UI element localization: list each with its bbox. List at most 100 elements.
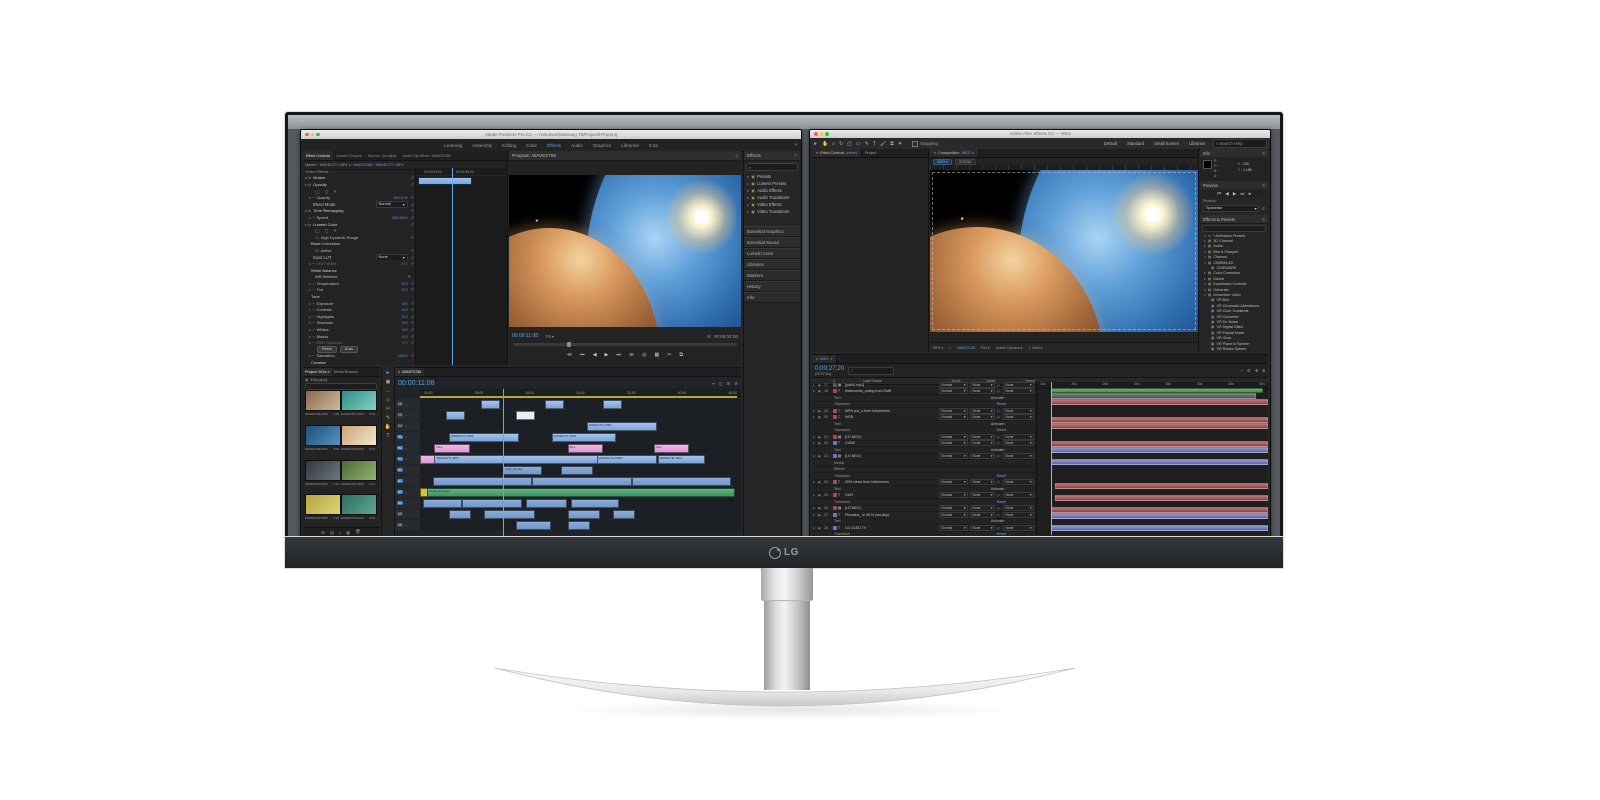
- panel-menu-icon[interactable]: ≡: [1263, 183, 1265, 188]
- timeline-clip[interactable]: [480, 399, 501, 409]
- track-header-a3[interactable]: A3 ●: [395, 487, 421, 497]
- twirl-icon[interactable]: ▸: [1204, 255, 1206, 259]
- subrow-label[interactable]: Text: [812, 487, 991, 491]
- layer-duration-bar[interactable]: [1050, 506, 1268, 513]
- effect-row-basic-correction[interactable]: Basic Correction: [303, 241, 415, 248]
- stopwatch-icon[interactable]: ◔: [312, 307, 314, 312]
- param-value[interactable]: 0.0: [402, 334, 408, 339]
- track-matte[interactable]: None ▾: [970, 453, 995, 460]
- comp-footer-item-0[interactable]: 50% ▾: [933, 346, 943, 350]
- layer-duration-bar[interactable]: [1050, 524, 1268, 531]
- layer-name[interactable]: LG OLED TV: [845, 526, 939, 530]
- parent-link[interactable]: None ▾: [1003, 382, 1034, 388]
- animate-toggle[interactable]: Animate :: [991, 519, 1006, 523]
- panel-header-lumetri-color[interactable]: Lumetri Color: [744, 248, 800, 259]
- effect-row-blend-mode[interactable]: Blend Mode Normal ▾ ↺: [303, 200, 415, 208]
- timeline-clip[interactable]: [445, 410, 465, 420]
- timeline-playhead[interactable]: [503, 389, 505, 536]
- twirl-icon[interactable]: ▸: [1204, 234, 1206, 238]
- reset-param-icon[interactable]: ↺: [411, 235, 414, 240]
- comp-footer-item-3[interactable]: Full ▾: [981, 346, 990, 350]
- premiere-tool-2[interactable]: ↔: [386, 388, 391, 394]
- track-header-v3[interactable]: V3 ●: [395, 432, 421, 442]
- effect-row-speed[interactable]: ▸ ◔ Speed 100.00% ↺: [303, 214, 415, 221]
- effect-row-tint[interactable]: ▸ ◔ Tint 0.0 ↺: [303, 287, 415, 294]
- effect-row-white-balance[interactable]: White Balance: [303, 267, 415, 274]
- tab-composition[interactable]: × Composition: WE3 ≡: [930, 149, 979, 157]
- effect-row-motion[interactable]: ▸ fx Motion ↺: [303, 175, 415, 182]
- effects-folder-video-transitions[interactable]: ▸ ▣ Video Transitions: [744, 208, 800, 215]
- ec-tab[interactable]: Audio Clip Mixer: WAVES768: [399, 151, 453, 160]
- preview-transport-button[interactable]: ⏭: [1240, 191, 1244, 196]
- parent-link[interactable]: None ▾: [1003, 388, 1034, 395]
- layer-color-chip[interactable]: [833, 454, 837, 459]
- dropdown-input-lut[interactable]: None ▾: [375, 253, 408, 261]
- twirl-icon[interactable]: ▸: [747, 188, 749, 193]
- twirl-icon[interactable]: ▸: [1204, 250, 1206, 254]
- project-footer-icon[interactable]: ⊞: [321, 530, 325, 535]
- timeline-icon[interactable]: ❖: [1255, 368, 1259, 373]
- timeline-clip[interactable]: [423, 498, 462, 508]
- track-matte[interactable]: None ▾: [970, 407, 995, 414]
- layer-color-chip[interactable]: [833, 493, 837, 498]
- mask-tool-icons[interactable]: ◯ ▢ ✎: [315, 228, 339, 233]
- effect-row-highlights[interactable]: ▸ ◔ Highlights 0.0 ↺: [303, 313, 415, 320]
- zoom-button[interactable]: [825, 132, 829, 136]
- track-lock-icon[interactable]: ●: [405, 436, 407, 439]
- bin-name[interactable]: 910s.prproj: [310, 378, 327, 382]
- ae-tool-7[interactable]: T: [873, 141, 876, 147]
- timeline-clip[interactable]: WAVES77L2.MP4: [596, 454, 658, 464]
- twirl-icon[interactable]: ▸: [309, 215, 311, 220]
- scrubber-handle[interactable]: [566, 342, 571, 347]
- panel-header-info[interactable]: Info: [744, 292, 800, 303]
- twirl-icon[interactable]: ▸: [1204, 282, 1206, 286]
- layer-color-chip[interactable]: [833, 434, 837, 439]
- work-area-bar[interactable]: [420, 396, 737, 398]
- timeline-clip[interactable]: amb_01.wav: [503, 465, 542, 475]
- checkbox-icon[interactable]: ☑: [315, 248, 319, 253]
- effect-row-high-dynamic-range[interactable]: ☐ High Dynamic Range ↺: [303, 234, 415, 241]
- subrow-label[interactable]: Transform: [812, 428, 997, 432]
- timeline-clip[interactable]: [532, 476, 632, 486]
- project-footer-icon[interactable]: ▦: [346, 530, 350, 535]
- transport-button[interactable]: ⏭: [616, 352, 621, 358]
- ae-tool-0[interactable]: ►: [813, 141, 818, 147]
- premiere-tool-3[interactable]: ◇: [386, 397, 390, 403]
- param-value[interactable]: 0.0: [402, 287, 408, 292]
- panel-header-essential-sound[interactable]: Essential Sound: [744, 237, 800, 248]
- panel-menu-icon[interactable]: ≡: [795, 153, 797, 158]
- track-target-badge[interactable]: V5: [396, 412, 404, 418]
- parent-link[interactable]: None ▾: [1003, 505, 1034, 512]
- layer-color-chip[interactable]: [833, 512, 837, 517]
- track-target-badge[interactable]: A3: [396, 489, 404, 495]
- layer-subrow[interactable]: Transform Reset: [812, 532, 1036, 535]
- effects-folder-lumetri-presets[interactable]: ▸ ▣ Lumetri Presets: [744, 180, 800, 187]
- track-lane[interactable]: WAVES77L.MP4: [420, 421, 741, 431]
- track-matte[interactable]: None ▾: [970, 511, 995, 518]
- layer-duration-bar[interactable]: [1050, 446, 1268, 453]
- track-target-badge[interactable]: A4: [396, 500, 404, 506]
- effect-row-saturation[interactable]: ▸ ◔ Saturation 100.0 ↺: [303, 353, 415, 360]
- layer-name[interactable]: Pluswins_ in 4K hi (wo-dup): [845, 513, 939, 517]
- layer-color-chip[interactable]: [833, 525, 837, 530]
- track-matte[interactable]: None ▾: [970, 492, 995, 499]
- subrow-label[interactable]: Transform: [812, 500, 997, 504]
- twirl-icon[interactable]: ▸: [747, 209, 749, 214]
- timeline-clip[interactable]: [545, 399, 565, 409]
- track-lane[interactable]: [420, 399, 741, 409]
- effect-row-opacity[interactable]: ▸ ◔ Opacity 100.0 % ↺: [303, 194, 415, 201]
- clip-thumbnail[interactable]: [341, 494, 377, 516]
- track-lock-icon[interactable]: ●: [405, 458, 407, 461]
- clip-thumbnail[interactable]: [341, 459, 377, 481]
- track-matte[interactable]: None ▾: [970, 524, 995, 531]
- effects-folder-audio-effects[interactable]: ▸ ▣ Audio Effects: [744, 187, 800, 194]
- blend-mode[interactable]: Normal ▾: [939, 407, 968, 414]
- subrow-label[interactable]: Transform: [812, 532, 997, 535]
- blend-mode[interactable]: Normal ▾: [939, 492, 968, 499]
- track-lane[interactable]: WAVES77L.MP4 WAVES77L.MP4: [420, 432, 741, 442]
- timeline-clip[interactable]: [461, 498, 523, 508]
- clip-thumbnail[interactable]: [341, 424, 377, 446]
- panel-menu-icon[interactable]: ≡: [1263, 151, 1265, 156]
- mask-tool-icons[interactable]: ◯ ▢ ✎: [315, 189, 339, 194]
- track-header-a6[interactable]: A6 ●: [395, 520, 421, 530]
